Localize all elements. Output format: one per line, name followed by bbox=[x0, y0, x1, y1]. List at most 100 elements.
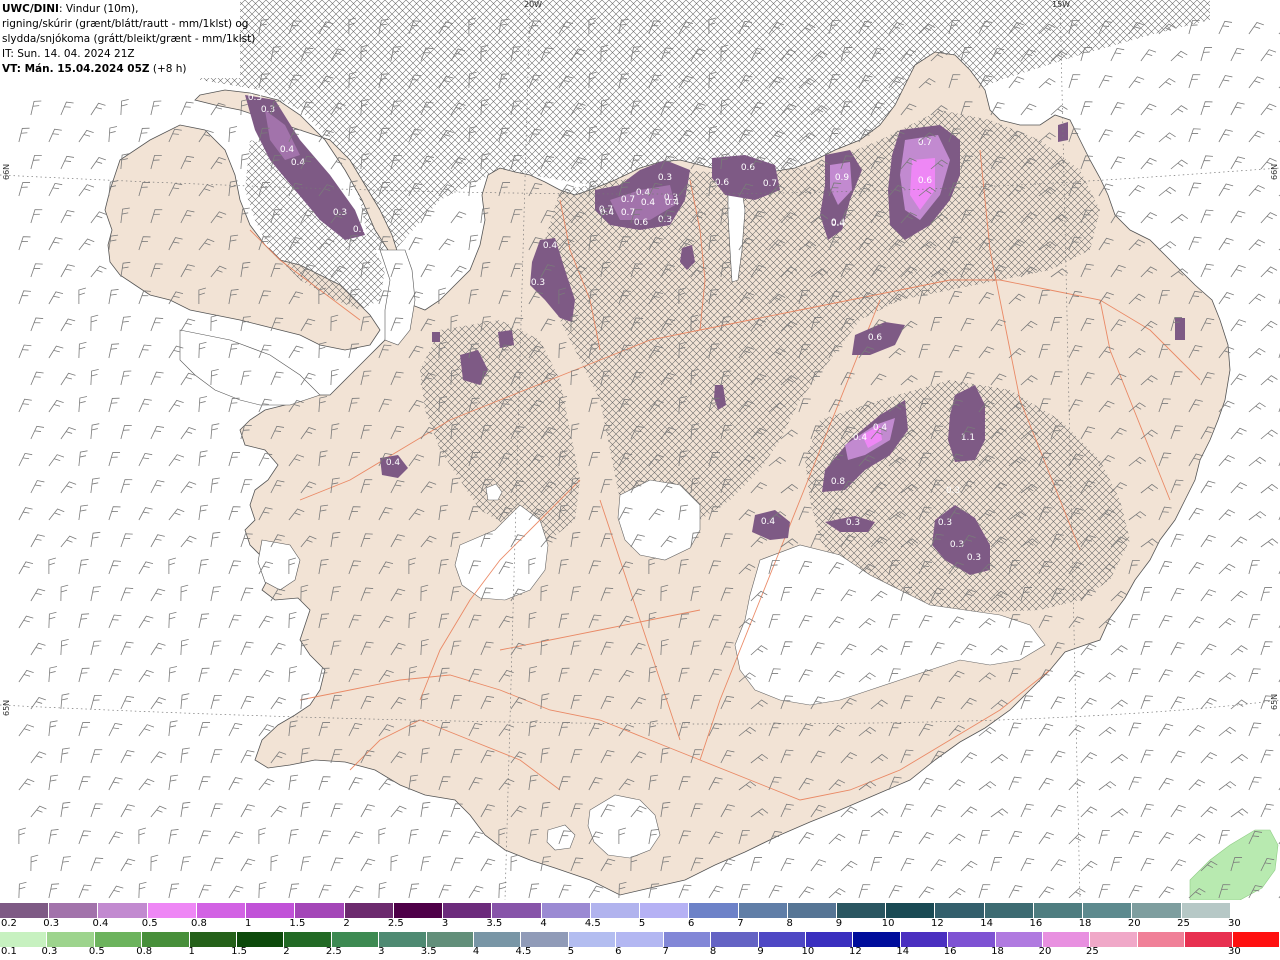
scale-tick-label: 25 bbox=[1177, 918, 1190, 929]
title-line-1: UWC/DINI: Vindur (10m), bbox=[2, 2, 240, 17]
scale-tick-label: 10 bbox=[801, 946, 815, 957]
precip-value-label: 0.4 bbox=[636, 188, 651, 198]
precip-value-label: 0.3 bbox=[846, 518, 860, 528]
snow-color-scale bbox=[0, 903, 1280, 918]
precip-value-label: 0.3 bbox=[664, 193, 678, 203]
scale-swatch bbox=[590, 903, 641, 918]
scale-tick-label: 1 bbox=[188, 946, 195, 957]
scale-swatch bbox=[1090, 932, 1138, 947]
precip-value-label: 0.6 bbox=[868, 333, 883, 343]
scale-swatch bbox=[492, 903, 542, 918]
precip-value-label: 0.7 bbox=[918, 138, 932, 148]
scale-tick-label: 20 bbox=[1127, 918, 1141, 929]
scale-tick-label: 0.3 bbox=[41, 946, 58, 957]
scale-swatch bbox=[284, 932, 332, 947]
scale-swatch bbox=[521, 932, 569, 947]
precip-value-label: 0.4 bbox=[853, 433, 868, 443]
scale-tick-label: 2.5 bbox=[387, 918, 404, 929]
scale-swatch bbox=[935, 903, 985, 918]
title-line-2: rigning/skúrir (grænt/blátt/rautt - mm/1… bbox=[2, 18, 249, 30]
scale-swatch bbox=[568, 932, 617, 947]
precip-value-label: 0.4 bbox=[386, 458, 401, 468]
scale-tick-label: 30 bbox=[1228, 918, 1241, 929]
scale-tick-label: 14 bbox=[896, 946, 910, 957]
scale-tick-label: 0.5 bbox=[88, 946, 105, 957]
scale-tick-label: 14 bbox=[980, 918, 993, 929]
scale-swatch bbox=[689, 903, 739, 918]
valid-time-date: VT: Mán. 15.04.2024 05Z bbox=[2, 63, 150, 75]
scale-swatch bbox=[1185, 932, 1233, 947]
lon-label-20w: 20W bbox=[524, 0, 543, 9]
scale-tick-label: 4.5 bbox=[515, 946, 532, 957]
weather-map: 0.30.30.40.40.30.70.7 0.40.30.40.30.40.60… bbox=[0, 0, 1280, 900]
scale-swatch bbox=[474, 932, 522, 947]
scale-swatch bbox=[640, 903, 690, 918]
scale-tick-label: 8 bbox=[786, 918, 793, 929]
scale-tick-label: 3.5 bbox=[486, 918, 503, 929]
scale-tick-label: 3 bbox=[378, 946, 385, 957]
lat-label-65n-right: 65N bbox=[1270, 693, 1279, 710]
scale-swatch bbox=[47, 932, 95, 947]
scale-swatch bbox=[147, 903, 197, 918]
scale-tick-label: 18 bbox=[991, 946, 1004, 957]
scale-tick-label: 4.5 bbox=[584, 918, 601, 929]
scale-swatch bbox=[1230, 903, 1280, 918]
precip-value-label: 0.4 bbox=[543, 241, 558, 251]
scale-swatch bbox=[948, 932, 996, 947]
valid-time: VT: Mán. 15.04.2024 05Z (+8 h) bbox=[2, 62, 240, 77]
precip-value-label: 0.7 bbox=[763, 179, 777, 189]
scale-tick-label: 2.5 bbox=[325, 946, 342, 957]
scale-swatch bbox=[426, 932, 475, 947]
precip-value-label: 0.4 bbox=[641, 198, 656, 208]
scale-tick-label: 3.5 bbox=[420, 946, 437, 957]
precip-value-label: 0.3 bbox=[531, 278, 545, 288]
scale-swatch bbox=[711, 932, 759, 947]
scale-tick-label: 0.4 bbox=[92, 918, 109, 929]
scale-tick-label: 16 bbox=[1029, 918, 1043, 929]
scale-swatch bbox=[541, 903, 591, 918]
scale-tick-label: 10 bbox=[881, 918, 895, 929]
scale-tick-label: 6 bbox=[615, 946, 622, 957]
precip-value-label: 0.3 bbox=[658, 215, 672, 225]
precip-value-label: 0.9 bbox=[835, 173, 850, 183]
scale-swatch bbox=[1181, 903, 1231, 918]
scale-tick-label: 1.5 bbox=[231, 946, 247, 957]
lat-label-65n-left: 65N bbox=[2, 699, 11, 716]
scale-swatch bbox=[836, 903, 887, 918]
scale-tick-label: 4 bbox=[540, 918, 547, 929]
scale-swatch bbox=[900, 932, 949, 947]
rain-color-scale bbox=[0, 932, 1280, 947]
precip-value-label: 0.3 bbox=[946, 486, 960, 496]
precip-value-label: 0.6 bbox=[715, 178, 730, 188]
scale-swatch bbox=[189, 932, 238, 947]
scale-tick-label: 7 bbox=[737, 918, 744, 929]
scale-swatch bbox=[379, 932, 427, 947]
scale-swatch bbox=[616, 932, 664, 947]
scale-tick-label: 20 bbox=[1038, 946, 1052, 957]
scale-tick-label: 30 bbox=[1228, 946, 1241, 957]
scale-swatch bbox=[805, 932, 854, 947]
scale-tick-label: 0.1 bbox=[1, 946, 17, 957]
scale-tick-label: 8 bbox=[709, 946, 717, 957]
valid-time-offset: (+8 h) bbox=[149, 63, 187, 75]
title-line-3: slydda/snjókoma (grátt/bleikt/grænt - mm… bbox=[2, 33, 256, 45]
scale-tick-label: 0.8 bbox=[190, 918, 207, 929]
scale-swatch bbox=[1232, 932, 1280, 947]
precip-value-label: 0.4 bbox=[291, 158, 306, 168]
title-line-1-rest: : Vindur (10m), bbox=[58, 3, 139, 15]
scale-tick-label: 2 bbox=[283, 946, 290, 957]
scale-swatch bbox=[787, 903, 837, 918]
scale-swatch bbox=[98, 903, 148, 918]
precip-value-label: 0.6 bbox=[918, 176, 933, 186]
scale-swatch bbox=[995, 932, 1043, 947]
scale-swatch bbox=[295, 903, 345, 918]
precip-value-label: 0.7 bbox=[353, 225, 367, 235]
scale-tick-label: 0.8 bbox=[136, 946, 153, 957]
snow-scale-labels: 0.2 0.3 0.4 0.5 0.8 1 1.5 2 2.5 3 3.5 4 4.5 5 6 7 8 9 10 12… bbox=[0, 918, 1280, 932]
scale-swatch bbox=[663, 932, 712, 947]
scale-swatch bbox=[94, 932, 143, 947]
precip-value-label: 0.4 bbox=[761, 517, 776, 527]
lat-label-66n-right: 66N bbox=[1270, 163, 1279, 180]
scale-tick-label: 16 bbox=[943, 946, 957, 957]
scale-tick-label: 1.5 bbox=[289, 918, 306, 929]
